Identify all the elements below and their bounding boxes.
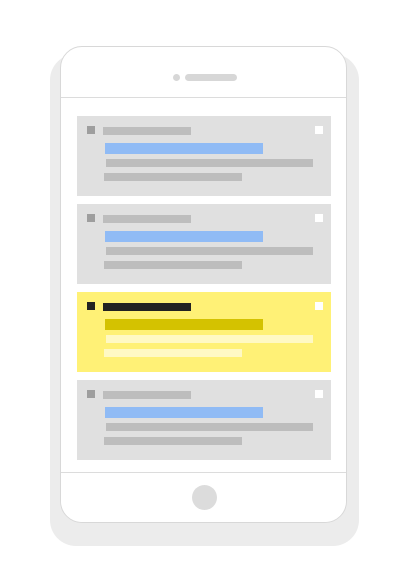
subtitle-placeholder	[105, 319, 263, 330]
subtitle-placeholder	[105, 143, 263, 154]
phone-bottom-bezel	[61, 472, 346, 522]
subtitle-placeholder	[105, 231, 263, 242]
checkbox-icon[interactable]	[315, 126, 323, 134]
body-placeholder	[104, 173, 242, 181]
body-placeholder	[104, 349, 242, 357]
checkbox-icon[interactable]	[315, 214, 323, 222]
camera-icon	[173, 74, 180, 81]
list-item[interactable]	[77, 380, 331, 460]
checkbox-icon[interactable]	[315, 302, 323, 310]
square-icon	[87, 390, 95, 398]
phone-top-bezel	[61, 47, 346, 98]
speaker-icon	[185, 74, 237, 81]
checkbox-icon[interactable]	[315, 390, 323, 398]
square-icon	[87, 126, 95, 134]
body-placeholder	[106, 423, 313, 431]
list-item[interactable]	[77, 204, 331, 284]
square-icon	[87, 214, 95, 222]
illustration	[0, 0, 408, 584]
title-placeholder	[103, 303, 191, 311]
body-placeholder	[106, 159, 313, 167]
title-placeholder	[103, 215, 191, 223]
phone-frame	[60, 46, 347, 523]
list-item[interactable]	[77, 116, 331, 196]
body-placeholder	[104, 261, 242, 269]
list-item-selected[interactable]	[77, 292, 331, 372]
square-icon	[87, 302, 95, 310]
title-placeholder	[103, 391, 191, 399]
body-placeholder	[106, 335, 313, 343]
body-placeholder	[106, 247, 313, 255]
home-button-icon[interactable]	[192, 485, 217, 510]
body-placeholder	[104, 437, 242, 445]
subtitle-placeholder	[105, 407, 263, 418]
title-placeholder	[103, 127, 191, 135]
